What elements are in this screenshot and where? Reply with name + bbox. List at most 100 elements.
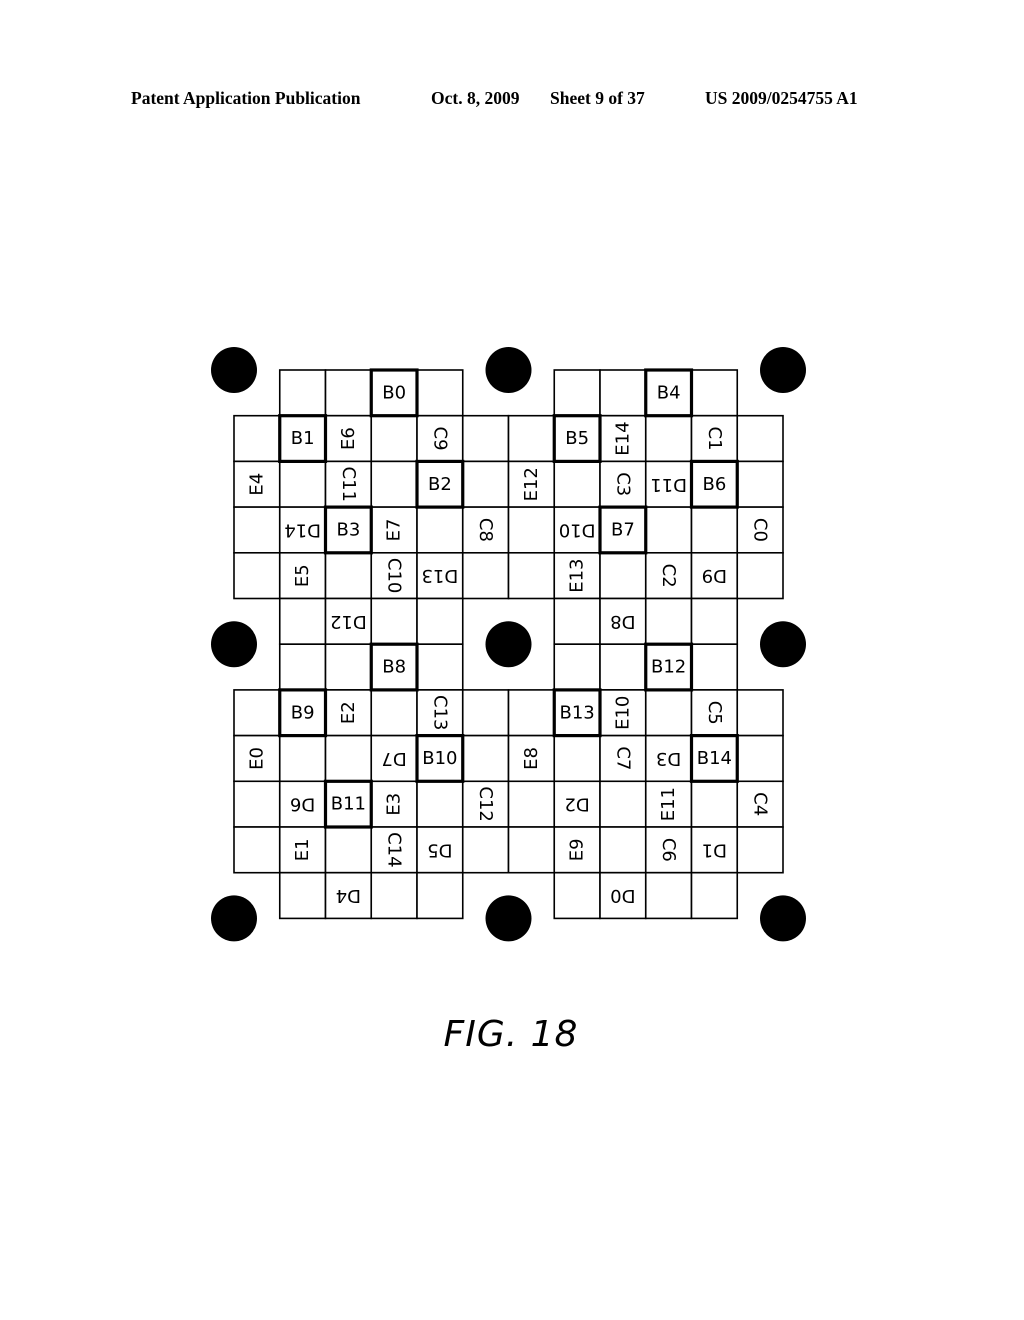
cell-label: C13: [429, 695, 450, 730]
grid-cell-d3: D3: [644, 734, 693, 783]
grid-cell-d4: D4: [324, 871, 373, 920]
grid-cell-d6: D6: [278, 780, 327, 828]
grid-cell-empty: [690, 506, 739, 554]
cell-border: [553, 369, 601, 417]
grid-cell-empty: [599, 643, 647, 691]
cell-border: [644, 597, 693, 646]
grid-cell-empty: [644, 506, 693, 554]
cell-border: [416, 871, 464, 920]
cell-label: E6: [338, 427, 359, 450]
cell-label: B0: [382, 382, 406, 403]
grid-cell-empty: [644, 414, 693, 463]
cell-label: E5: [292, 564, 313, 587]
grid-cell-c6: C6: [644, 826, 693, 874]
grid-cell-empty: [553, 460, 601, 508]
cell-label: B6: [702, 474, 726, 495]
cell-border: [324, 369, 373, 417]
grid-cell-empty: [644, 689, 693, 737]
cell-label: C14: [384, 832, 405, 867]
cell-border: [507, 506, 556, 554]
grid-cell-b13: B13: [553, 689, 601, 737]
grid-cell-b1: B1: [278, 414, 327, 463]
cell-border: [736, 734, 784, 783]
grid-cell-c9: C9: [416, 414, 464, 463]
target-dot: [211, 621, 257, 668]
grid-cell-empty: [278, 369, 327, 417]
cell-label: B4: [657, 382, 681, 403]
grid-cell-empty: [461, 414, 510, 463]
target-dot: [485, 895, 532, 942]
cell-border: [507, 551, 556, 600]
grid-cell-empty: [553, 369, 601, 417]
grid-cell-c8: C8: [461, 506, 510, 554]
cell-label: D1: [702, 839, 727, 860]
cell-label: B12: [651, 657, 686, 678]
cell-label: E8: [521, 747, 542, 770]
grid-cell-c2: C2: [644, 551, 693, 600]
cell-label: D12: [330, 611, 367, 632]
grid-cell-c13: C13: [416, 689, 464, 737]
grid-cell-b0: B0: [370, 369, 418, 417]
cell-label: D10: [559, 519, 596, 540]
cell-border: [370, 460, 418, 508]
cell-label: B1: [291, 428, 315, 449]
grid-cell-e4: E4: [233, 460, 281, 508]
grid-cell-empty: [690, 597, 739, 646]
grid-cell-empty: [599, 551, 647, 600]
cell-label: C4: [750, 792, 771, 816]
cell-border: [553, 871, 601, 920]
cell-label: C3: [612, 472, 633, 496]
cell-label: C10: [384, 558, 405, 593]
grid-cell-e10: E10: [599, 689, 647, 737]
cell-border: [690, 643, 739, 691]
grid-cell-c0: C0: [736, 506, 784, 554]
grid-cell-empty: [416, 369, 464, 417]
cell-border: [690, 369, 739, 417]
target-dot: [211, 895, 257, 942]
cell-label: B14: [697, 748, 732, 769]
cell-label: D7: [381, 748, 406, 769]
cell-border: [324, 643, 373, 691]
cell-border: [416, 780, 464, 828]
grid-cell-empty: [416, 506, 464, 554]
grid-cell-empty: [278, 643, 327, 691]
grid-cell-e11: E11: [644, 780, 693, 828]
cell-label: C2: [658, 564, 679, 588]
grid-cell-empty: [553, 643, 601, 691]
cell-label: E7: [384, 519, 405, 542]
target-dot: [211, 347, 257, 393]
target-dot: [760, 347, 806, 393]
cell-border: [278, 871, 327, 920]
cell-border: [324, 551, 373, 600]
cell-label: C6: [658, 838, 679, 862]
grid-cell-e9: E9: [553, 826, 601, 874]
grid-cell-empty: [507, 689, 556, 737]
cell-border: [690, 597, 739, 646]
cell-label: E11: [658, 787, 679, 821]
grid-cell-d9: D9: [690, 551, 739, 600]
cell-border: [553, 643, 601, 691]
cell-border: [278, 734, 327, 783]
cell-border: [507, 414, 556, 463]
cell-label: D8: [610, 611, 635, 632]
cell-border: [370, 871, 418, 920]
cell-border: [416, 506, 464, 554]
grid-cell-b11: B11: [324, 780, 373, 828]
grid-cell-empty: [278, 460, 327, 508]
grid-cell-empty: [644, 871, 693, 920]
grid-cell-d0: D0: [599, 871, 647, 920]
cell-border: [461, 414, 510, 463]
cell-label: D13: [421, 565, 458, 586]
cell-label: C0: [750, 518, 771, 542]
grid-cell-empty: [736, 414, 784, 463]
grid-cell-empty: [416, 643, 464, 691]
cell-border: [416, 369, 464, 417]
cell-label: D2: [564, 794, 589, 815]
cell-label: E0: [246, 747, 267, 770]
cell-border: [233, 826, 281, 874]
grid-cell-empty: [599, 369, 647, 417]
cell-label: C1: [704, 427, 725, 451]
cell-border: [736, 689, 784, 737]
cell-border: [370, 689, 418, 737]
cell-border: [233, 551, 281, 600]
